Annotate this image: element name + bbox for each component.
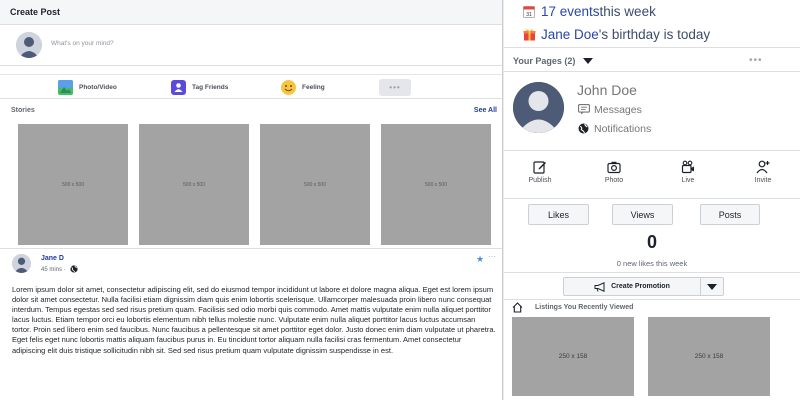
feed-column: Create Post What's on your mind? Photo/V…	[0, 0, 503, 400]
post-author-avatar[interactable]	[12, 254, 31, 273]
invite-label: Invite	[754, 177, 772, 184]
story-card[interactable]: 500 x 500	[260, 124, 370, 245]
message-icon	[577, 103, 590, 116]
divider	[504, 272, 800, 273]
likes-count: 0	[646, 232, 657, 252]
divider	[504, 150, 800, 151]
posts-tab[interactable]: Posts	[700, 204, 760, 225]
camera-icon	[607, 160, 621, 174]
birthday-suffix: 's birthday is today	[598, 27, 711, 42]
post-body: Lorem ipsum dolor sit amet, consectetur …	[12, 285, 496, 355]
person-icon	[12, 254, 31, 273]
create-promotion-button[interactable]: Create Promotion	[563, 277, 701, 296]
listings-title: Listings You Recently Viewed	[535, 304, 634, 311]
see-all-link[interactable]: See All	[474, 107, 497, 114]
smiley-icon	[281, 80, 296, 95]
divider	[504, 71, 800, 72]
your-pages-title: Your Pages (2)	[513, 56, 576, 66]
events-reminder: 31 17 events this week	[522, 4, 656, 19]
globe-icon	[70, 265, 78, 275]
photo-button[interactable]: Photo	[584, 160, 644, 184]
messages-label: Messages	[594, 103, 642, 116]
home-icon	[512, 302, 523, 313]
create-post-composer[interactable]: What's on your mind?	[0, 25, 502, 65]
calendar-icon: 31	[522, 5, 536, 19]
gift-icon	[522, 28, 536, 42]
publish-label: Publish	[528, 177, 552, 184]
views-tab[interactable]: Views	[612, 204, 673, 225]
feeling-button[interactable]: Feeling	[281, 79, 325, 96]
divider	[504, 299, 800, 300]
page-avatar[interactable]	[513, 82, 564, 133]
more-options-button[interactable]: •••	[379, 79, 411, 96]
birthday-reminder: Jane Doe 's birthday is today	[522, 27, 710, 42]
notifications-label: Notifications	[594, 122, 652, 135]
tag-friends-icon	[171, 80, 186, 95]
person-icon	[513, 82, 564, 133]
photo-video-button[interactable]: Photo/Video	[58, 79, 117, 96]
post-meta: 45 mins ·	[41, 265, 78, 275]
live-label: Live	[681, 177, 695, 184]
caret-down-icon	[707, 283, 717, 290]
page-name[interactable]: John Doe	[577, 82, 637, 98]
your-pages-options-button[interactable]: •••	[749, 55, 763, 66]
svg-text:31: 31	[526, 12, 532, 18]
create-post-title: Create Post	[0, 0, 502, 25]
story-card[interactable]: 500 x 500	[139, 124, 249, 245]
post-options-button[interactable]: ···	[488, 252, 496, 261]
caret-down-icon	[583, 58, 594, 64]
edit-icon	[533, 160, 547, 174]
photo-icon	[58, 80, 73, 95]
divider	[504, 47, 800, 48]
live-video-icon	[681, 160, 695, 174]
divider	[504, 198, 800, 199]
feeling-label: Feeling	[302, 84, 325, 91]
likes-summary: 0 new likes this week	[616, 259, 688, 268]
events-link[interactable]: 17 events	[541, 4, 600, 19]
publish-button[interactable]: Publish	[510, 160, 570, 184]
create-promotion-label: Create Promotion	[611, 283, 670, 290]
post-timestamp: 45 mins ·	[41, 267, 66, 273]
story-card[interactable]: 500 x 500	[381, 124, 491, 245]
invite-button[interactable]: Invite	[733, 160, 793, 184]
live-button[interactable]: Live	[658, 160, 718, 184]
person-icon	[16, 32, 42, 58]
create-post-actions: Photo/Video Tag Friends Feeling •••	[0, 74, 502, 99]
photo-video-label: Photo/Video	[79, 84, 117, 91]
your-pages-dropdown[interactable]: Your Pages (2)	[513, 56, 594, 66]
stories-title: Stories	[11, 107, 35, 114]
divider	[0, 65, 502, 74]
listings-header: Listings You Recently Viewed	[512, 302, 633, 313]
likes-tab[interactable]: Likes	[528, 204, 589, 225]
photo-label: Photo	[604, 177, 624, 184]
promotion-dropdown-button[interactable]	[701, 277, 724, 296]
user-avatar	[16, 32, 42, 58]
tag-friends-label: Tag Friends	[192, 84, 229, 91]
post-input[interactable]: What's on your mind?	[51, 40, 114, 47]
tag-friends-button[interactable]: Tag Friends	[171, 79, 228, 96]
messages-link[interactable]: Messages	[577, 103, 642, 116]
star-icon[interactable]: ★	[476, 254, 484, 265]
add-user-icon	[756, 160, 770, 174]
story-card[interactable]: 500 x 500	[18, 124, 128, 245]
birthday-name-link[interactable]: Jane Doe	[541, 27, 599, 42]
post-author-name[interactable]: Jane D	[41, 255, 64, 262]
events-suffix: this week	[599, 4, 656, 19]
listing-card[interactable]: 250 x 158	[512, 317, 634, 396]
globe-icon	[577, 122, 590, 135]
notifications-link[interactable]: Notifications	[577, 122, 651, 135]
listing-card[interactable]: 250 x 158	[648, 317, 770, 396]
stories-header: Stories See All	[0, 101, 502, 121]
feed-post: Jane D 45 mins · ★ ··· Lorem ipsum dolor…	[0, 249, 502, 400]
megaphone-icon	[594, 281, 606, 292]
sidebar-column: 31 17 events this week Jane Doe 's birth…	[504, 0, 800, 400]
